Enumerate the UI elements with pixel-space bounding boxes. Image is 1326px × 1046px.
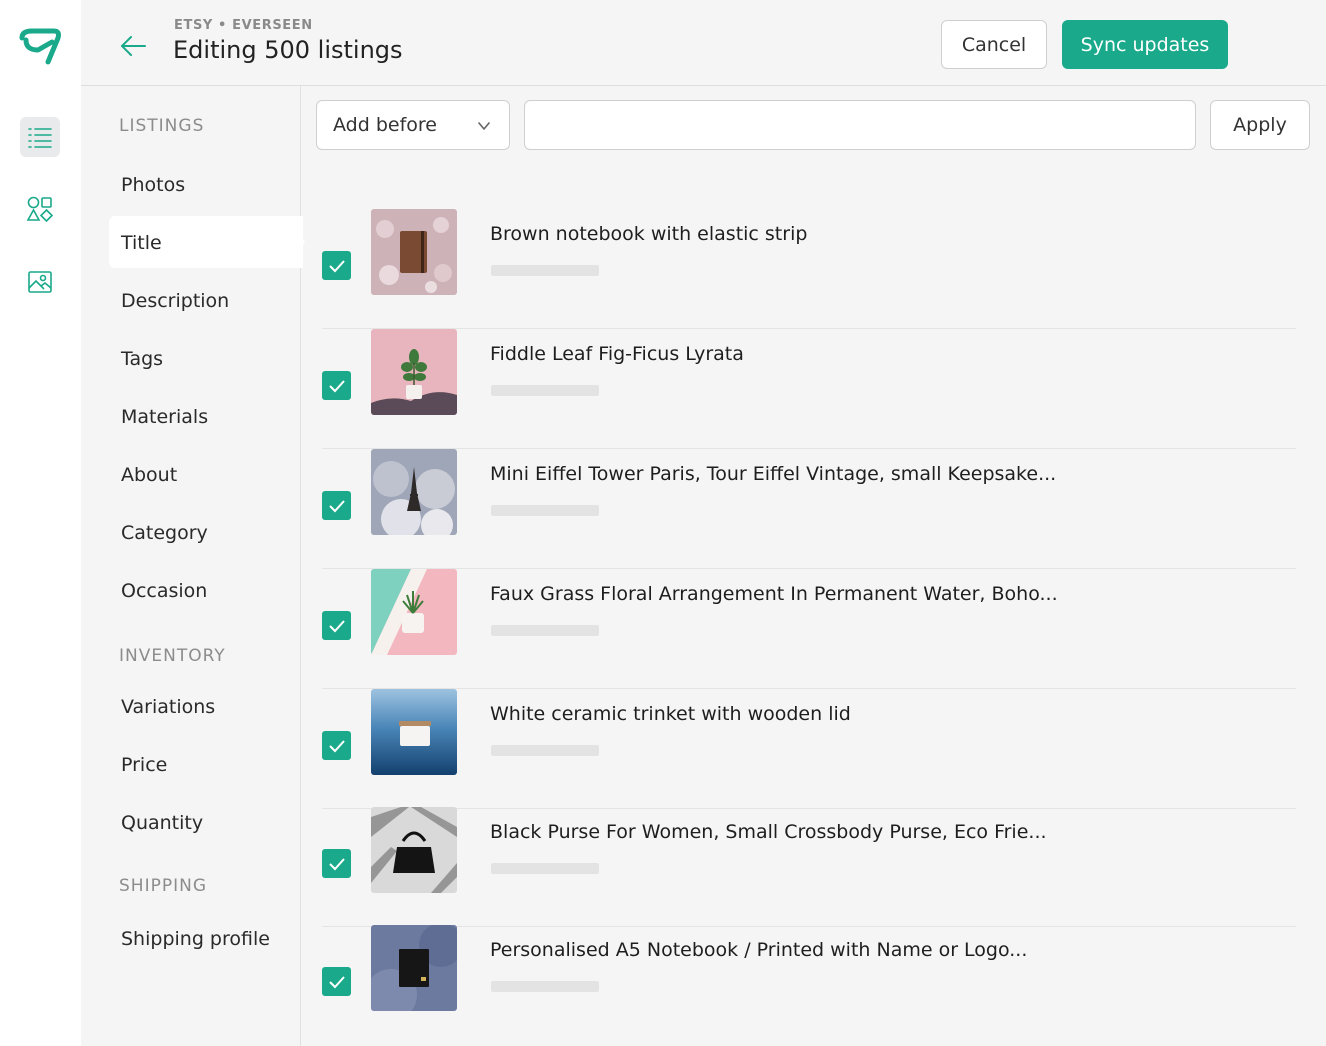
listing-thumbnail [371,329,457,415]
listing-row[interactable]: Fiddle Leaf Fig-Ficus Lyrata [322,329,1296,449]
listing-checkbox[interactable] [322,251,351,280]
listing-title: Mini Eiffel Tower Paris, Tour Eiffel Vin… [490,463,1057,485]
listing-thumbnail [371,449,457,535]
check-icon [328,857,345,870]
listing-placeholder-bar [491,745,599,756]
cancel-button[interactable]: Cancel [941,20,1047,69]
check-icon [328,499,345,512]
listing-checkbox[interactable] [322,849,351,878]
nav-item-tags[interactable]: Tags [121,348,163,370]
nav-section-shipping: SHIPPING [119,876,207,896]
attribute-nav: LISTINGS Photos Title Description Tags M… [81,86,305,1046]
listing-thumbnail [371,925,457,1011]
listing-placeholder-bar [491,265,599,276]
listing-placeholder-bar [491,981,599,992]
listing-row[interactable]: Mini Eiffel Tower Paris, Tour Eiffel Vin… [322,449,1296,569]
listing-placeholder-bar [491,863,599,874]
listing-row[interactable]: Brown notebook with elastic strip [322,209,1296,329]
listing-checkbox[interactable] [322,611,351,640]
listing-thumbnail [371,209,457,295]
apply-button[interactable]: Apply [1210,100,1310,150]
nav-section-listings: LISTINGS [119,116,205,136]
listing-row[interactable]: Black Purse For Women, Small Crossbody P… [322,807,1296,927]
listing-checkbox[interactable] [322,371,351,400]
nav-item-variations[interactable]: Variations [121,696,215,718]
nav-item-category[interactable]: Category [121,522,208,544]
nav-item-about[interactable]: About [121,464,177,486]
listing-title: Brown notebook with elastic strip [490,223,808,245]
check-icon [328,379,345,392]
listing-placeholder-bar [491,625,599,636]
nav-section-inventory: INVENTORY [119,646,226,666]
image-icon [28,271,52,293]
check-icon [328,739,345,752]
listing-row[interactable]: Personalised A5 Notebook / Printed with … [322,925,1296,1045]
sync-updates-button[interactable]: Sync updates [1062,20,1228,69]
listing-title: White ceramic trinket with wooden lid [490,703,851,725]
nav-item-description[interactable]: Description [121,290,229,312]
breadcrumb: ETSY • EVERSEEN [174,18,313,33]
shapes-icon [27,196,53,222]
everseen-logo[interactable] [18,28,62,66]
position-select[interactable]: Add before [316,100,510,150]
listing-placeholder-bar [491,385,599,396]
listing-checkbox[interactable] [322,491,351,520]
listing-title: Personalised A5 Notebook / Printed with … [490,939,1028,961]
listing-title: Black Purse For Women, Small Crossbody P… [490,821,1047,843]
listing-placeholder-bar [491,505,599,516]
title-text-input[interactable] [524,100,1196,150]
nav-item-photos[interactable]: Photos [121,174,185,196]
check-icon [328,619,345,632]
listing-row[interactable]: White ceramic trinket with wooden lid [322,689,1296,809]
listing-thumbnail [371,807,457,893]
nav-item-price[interactable]: Price [121,754,167,776]
rail-media-button[interactable] [20,262,60,302]
nav-item-occasion[interactable]: Occasion [121,580,207,602]
listing-thumbnail [371,569,457,655]
position-select-value: Add before [333,114,437,136]
listing-thumbnail [371,689,457,775]
chevron-down-icon [478,122,490,130]
page-title: Editing 500 listings [173,36,403,64]
check-icon [328,259,345,272]
listing-checkbox[interactable] [322,731,351,760]
listing-title: Fiddle Leaf Fig-Ficus Lyrata [490,343,744,365]
app-rail [0,0,81,1046]
nav-item-quantity[interactable]: Quantity [121,812,203,834]
rail-templates-button[interactable] [20,189,60,229]
list-icon [28,128,52,148]
nav-item-shipping-profile[interactable]: Shipping profile [121,928,270,950]
rail-listings-button[interactable] [20,117,60,157]
listing-checkbox[interactable] [322,967,351,996]
nav-item-materials[interactable]: Materials [121,406,208,428]
nav-item-title[interactable]: Title [121,232,162,254]
check-icon [328,975,345,988]
listing-title: Faux Grass Floral Arrangement In Permane… [490,583,1058,605]
listing-row[interactable]: Faux Grass Floral Arrangement In Permane… [322,569,1296,689]
back-arrow-icon[interactable] [119,32,147,60]
selected-pointer-icon [295,226,305,258]
